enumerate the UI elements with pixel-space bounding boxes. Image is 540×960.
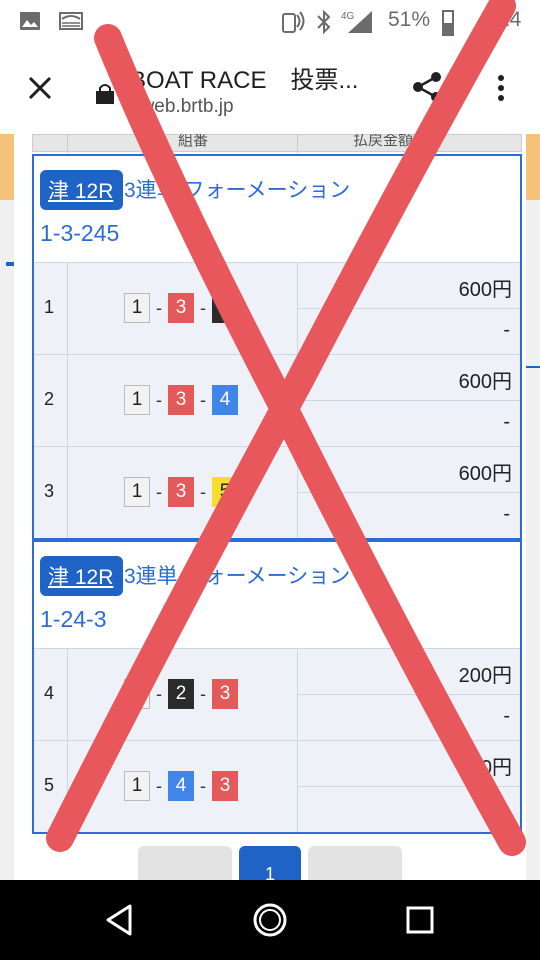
lock-icon [96, 84, 114, 104]
boat-number: 3 [212, 771, 238, 801]
bet-amount: 200円 [458, 757, 512, 779]
table-row: 5 1 - 4 - 3 200円 - [34, 740, 520, 832]
browser-toolbar: BOAT RACE 投票... eweb.brtb.jp [0, 44, 540, 134]
svg-text:4G: 4G [341, 11, 355, 22]
boat-number: 1 [124, 477, 150, 507]
page-title: BOAT RACE 投票... [130, 67, 359, 94]
payout-amount: - [503, 319, 510, 341]
row-number: 1 [44, 297, 55, 317]
boat-number: 2 [212, 293, 238, 323]
home-icon[interactable] [252, 902, 288, 938]
bet-amount: 600円 [458, 463, 512, 485]
bet-group-header: 津 12R 3連単 フォーメーション 1-24-3 [34, 542, 520, 648]
boat-combination: 1 - 2 - 3 [124, 679, 238, 709]
header-amount: 払戻金額 [353, 134, 414, 149]
table-row: 3 1 - 3 - 5 600円 - [34, 446, 520, 538]
page-accent-right [526, 366, 540, 368]
page-margin-right [526, 200, 540, 880]
status-bar: 4G 51% 24 [0, 0, 540, 44]
page-margin-left [0, 200, 14, 880]
venue-race-link[interactable]: 津 12R [40, 556, 124, 596]
boat-number: 2 [168, 679, 194, 709]
payout-amount: - [503, 503, 510, 525]
boat-number: 1 [124, 679, 150, 709]
battery-icon [442, 10, 454, 36]
row-number: 5 [44, 775, 55, 795]
clock: 24 [498, 8, 522, 31]
bet-combination: 1-3-245 [40, 220, 120, 246]
row-number: 3 [44, 481, 55, 501]
android-nav-bar [0, 880, 540, 960]
boat-number: 1 [124, 385, 150, 415]
boat-number: 5 [212, 477, 238, 507]
battery-percent: 51% [388, 8, 431, 31]
current-page-button[interactable]: 1 [239, 846, 301, 880]
row-number: 2 [44, 389, 55, 409]
table-row: 4 1 - 2 - 3 200円 - [34, 648, 520, 740]
venue-race-link[interactable]: 津 12R [40, 170, 124, 210]
boat-number: 3 [168, 385, 194, 415]
bet-type: 3連単 フォーメーション [124, 565, 351, 588]
bet-amount: 600円 [458, 279, 512, 301]
boat-number: 3 [212, 679, 238, 709]
nfc-icon [282, 11, 305, 33]
payout-amount: - [503, 797, 510, 819]
boat-app-notification-icon [59, 12, 83, 30]
boat-number: 1 [124, 293, 150, 323]
bet-detail-sheet[interactable]: 組番 払戻金額 津 12R 3連単 フォーメーション 1-3-245 1 1 -… [14, 134, 526, 880]
table-header: 組番 払戻金額 [32, 134, 522, 153]
page-accent-left [6, 262, 14, 266]
prev-page-button[interactable] [138, 846, 232, 880]
boat-combination: 1 - 3 - 2 [124, 293, 238, 323]
header-combo: 組番 [178, 134, 209, 149]
bet-combination: 1-24-3 [40, 606, 107, 632]
boat-combination: 1 - 3 - 4 [124, 385, 238, 415]
row-number: 4 [44, 683, 55, 703]
payout-amount: - [503, 705, 510, 727]
signal-icon: 4G [341, 11, 372, 33]
overflow-menu-icon[interactable] [486, 72, 516, 104]
bluetooth-icon [317, 9, 331, 35]
boat-number: 4 [212, 385, 238, 415]
bet-type: 3連単 フォーメーション [124, 179, 351, 202]
close-icon[interactable] [24, 72, 56, 104]
share-icon[interactable] [410, 70, 444, 104]
bet-group-header: 津 12R 3連単 フォーメーション 1-3-245 [34, 156, 520, 262]
table-row: 1 1 - 3 - 2 600円 - [34, 262, 520, 354]
bet-amount: 600円 [458, 371, 512, 393]
boat-number: 4 [168, 771, 194, 801]
recent-apps-icon[interactable] [402, 902, 438, 938]
gallery-notification-icon [20, 12, 40, 30]
payout-amount: - [503, 411, 510, 433]
table-row: 2 1 - 3 - 4 600円 - [34, 354, 520, 446]
boat-combination: 1 - 3 - 5 [124, 477, 238, 507]
boat-number: 1 [124, 771, 150, 801]
bet-group: 津 12R 3連単 フォーメーション 1-3-245 1 1 - 3 - 2 6… [32, 154, 522, 540]
page-url: eweb.brtb.jp [130, 96, 234, 117]
back-icon[interactable] [102, 902, 138, 938]
boat-number: 3 [168, 293, 194, 323]
bet-group: 津 12R 3連単 フォーメーション 1-24-3 4 1 - 2 - 3 20… [32, 540, 522, 834]
boat-combination: 1 - 4 - 3 [124, 771, 238, 801]
pagination: 1 [14, 846, 526, 880]
next-page-button[interactable] [308, 846, 402, 880]
bet-amount: 200円 [458, 665, 512, 687]
boat-number: 3 [168, 477, 194, 507]
